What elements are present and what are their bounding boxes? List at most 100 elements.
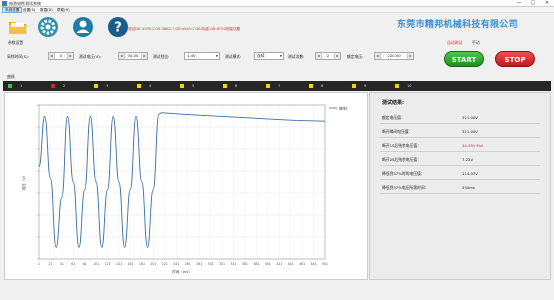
voltage-stepper[interactable]: ◂ 34.00 ▸ xyxy=(118,52,148,60)
channel-9[interactable]: 9 xyxy=(352,83,392,89)
menu-system-settings[interactable]: 系统设置 xyxy=(2,7,23,13)
x-axis-label: 时间（ms） xyxy=(172,269,192,274)
rated-value: 220.00 xyxy=(387,53,401,58)
x-tick-label: 441 xyxy=(288,262,294,266)
channel-color-swatch xyxy=(309,84,313,88)
start-button[interactable]: START xyxy=(444,51,484,67)
result-label: 断开2S后残余电压值： xyxy=(382,157,421,162)
x-tick-label: 341 xyxy=(230,262,236,266)
channel-bar: 1 2 3 4 5 6 7 8 9 10 xyxy=(3,81,551,91)
x-tick-label: 501 xyxy=(322,262,328,266)
folder-icon[interactable] xyxy=(7,16,29,38)
channel-2[interactable]: 2 xyxy=(51,83,91,89)
x-tick-label: 241 xyxy=(173,262,179,266)
range-select[interactable]: 1.4V ▼ xyxy=(184,52,220,60)
channel-1[interactable]: 1 xyxy=(8,83,48,89)
chart-svg: 1 21 41 61 81 101 121 141 161 181 201 221 241 261 281 3… xyxy=(21,104,348,274)
x-tick-label: 121 xyxy=(105,262,111,266)
app-icon xyxy=(2,1,7,6)
result-row: 断开2S后残余电压值： 7.22V xyxy=(382,157,542,163)
channel-10[interactable]: 10 xyxy=(395,83,435,89)
tab-manual[interactable]: 手动 xyxy=(472,40,480,46)
x-tick-label: 201 xyxy=(150,262,156,266)
channel-color-swatch xyxy=(395,84,399,88)
sample-stepper[interactable]: ◂ 5 ▸ xyxy=(48,52,74,60)
divider xyxy=(380,193,540,194)
channel-number: 10 xyxy=(407,84,412,88)
channel-4[interactable]: 4 xyxy=(137,83,177,89)
result-value: 534ms xyxy=(462,185,475,190)
decrement-button[interactable]: ◂ xyxy=(49,53,55,59)
range-label: 测试挡位: xyxy=(153,54,170,59)
count-stepper[interactable]: ◂ 2 ▸ xyxy=(315,52,341,60)
results-panel: 测试结果: 额定电压值： 311.00V 断开瞬间电压值： 311.00V 断开1S后残… xyxy=(369,92,551,280)
x-tick-label: 161 xyxy=(127,262,133,266)
count-value: 2 xyxy=(326,53,330,58)
channel-number: 8 xyxy=(321,84,324,88)
maximize-button[interactable]: □ xyxy=(526,0,540,7)
rated-stepper[interactable]: ◂ 220.00 ▸ xyxy=(374,52,414,60)
channel-number: 5 xyxy=(192,84,195,88)
increment-button[interactable]: ▸ xyxy=(141,53,147,59)
sample-value: 5 xyxy=(59,53,63,58)
decrement-button[interactable]: ◂ xyxy=(316,53,322,59)
channel-7[interactable]: 7 xyxy=(266,83,306,89)
voltage-label: 测试电压(V): xyxy=(79,54,102,59)
results-title: 测试结果: xyxy=(382,100,404,106)
count-label: 测试次数: xyxy=(288,54,305,59)
range-value: 1.4V xyxy=(187,53,196,58)
voltage-chart: 1 21 41 61 81 101 121 141 161 181 201 221 241 261 281 3… xyxy=(4,92,368,280)
increment-button[interactable]: ▸ xyxy=(67,53,73,59)
result-value: 44.55V Fail xyxy=(462,143,483,148)
menu-data[interactable]: 数据(D) xyxy=(38,7,55,13)
tab-auto-test[interactable]: 自动测试 xyxy=(447,40,462,46)
result-value: 311.00V xyxy=(462,115,478,120)
menu-help[interactable]: 帮助(H) xyxy=(55,7,72,13)
increment-button[interactable]: ▸ xyxy=(407,53,413,59)
channel-number: 2 xyxy=(63,84,66,88)
menu-settings[interactable]: 设置(S) xyxy=(21,7,37,13)
window-title: 电池电性测试系统 xyxy=(9,1,41,6)
channel-color-swatch xyxy=(223,84,227,88)
status-bar xyxy=(0,284,554,300)
channel-8[interactable]: 8 xyxy=(309,83,349,89)
stop-button[interactable]: STOP xyxy=(495,51,535,67)
decrement-button[interactable]: ◂ xyxy=(119,53,125,59)
x-tick-label: 401 xyxy=(265,262,271,266)
close-button[interactable]: ✕ xyxy=(540,0,554,7)
x-tick-label: 461 xyxy=(299,262,305,266)
series-line xyxy=(38,112,326,248)
user-icon[interactable] xyxy=(72,16,94,38)
channel-number: 9 xyxy=(364,84,367,88)
channel-color-swatch xyxy=(137,84,141,88)
x-tick-label: 361 xyxy=(242,262,248,266)
chevron-down-icon: ▼ xyxy=(279,54,282,58)
help-icon[interactable]: ? xyxy=(107,16,129,38)
channel-5[interactable]: 5 xyxy=(180,83,220,89)
minimize-button[interactable]: — xyxy=(512,0,526,7)
channel-number: 4 xyxy=(149,84,152,88)
decrement-button[interactable]: ◂ xyxy=(375,53,381,59)
channel-color-swatch xyxy=(266,84,270,88)
result-value: 114.07V xyxy=(462,171,478,176)
gear-icon[interactable] xyxy=(37,16,59,38)
channel-color-swatch xyxy=(94,84,98,88)
channel-3[interactable]: 3 xyxy=(94,83,134,89)
x-tick-label: 41 xyxy=(60,262,64,266)
result-label: 断开1S后残余电压值： xyxy=(382,143,421,148)
x-tick-label: 61 xyxy=(71,262,75,266)
increment-button[interactable]: ▸ xyxy=(334,53,340,59)
channel-6[interactable]: 6 xyxy=(223,83,263,89)
divider xyxy=(380,165,540,166)
channel-color-swatch xyxy=(352,84,356,88)
tab-params[interactable]: 参数设置 xyxy=(8,40,23,46)
x-tick-label: 421 xyxy=(276,262,282,266)
result-row: 降低到37%电压所需时间： 534ms xyxy=(382,185,542,191)
mode-select[interactable]: 连续 ▼ xyxy=(254,52,284,60)
channel-number: 1 xyxy=(20,84,23,88)
standards-note: 测试GB 4706.1 GB 3883.7 GB 4943.1 GB 标准 GB… xyxy=(128,27,241,31)
legend-label: 曲线1 xyxy=(339,106,348,111)
divider xyxy=(380,137,540,138)
title-bar: 电池电性测试系统 — □ ✕ xyxy=(0,0,554,7)
x-tick-label: 481 xyxy=(311,262,317,266)
